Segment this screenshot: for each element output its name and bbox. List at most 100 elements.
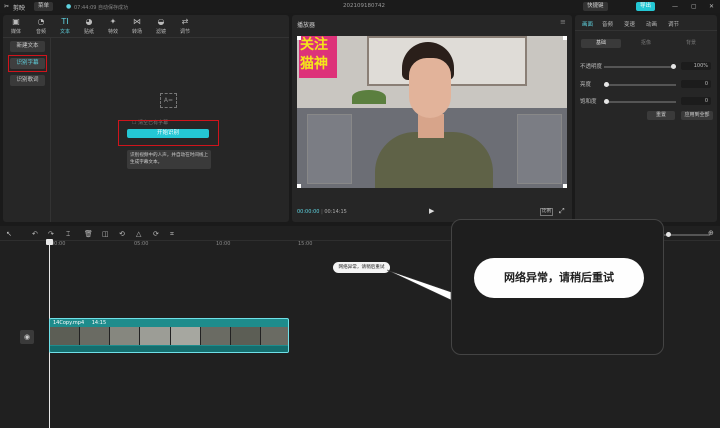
new-text-button[interactable]: 新建文本 (10, 41, 45, 52)
tick-label: 10:00 (216, 241, 231, 247)
opacity-knob[interactable] (671, 64, 676, 69)
split-icon[interactable]: ⌶ (66, 230, 70, 239)
zoom-knob[interactable] (666, 232, 671, 237)
cover-icon[interactable]: ◉ (20, 330, 34, 344)
opacity-label: 不透明度 (580, 64, 603, 70)
highlight-frame (118, 120, 219, 146)
resize-handle[interactable] (563, 184, 567, 188)
autosave-status: 07:44:09 自动保存成功 (74, 5, 129, 11)
brightness-label: 亮度 (580, 82, 592, 88)
text-icon: TI (61, 17, 69, 26)
plant (352, 90, 386, 104)
sticker-icon: ◕ (85, 17, 93, 26)
tab-audio[interactable]: 音频 (602, 20, 613, 28)
playhead-handle[interactable] (46, 239, 53, 245)
resize-handle[interactable] (297, 184, 301, 188)
subtab-cutout[interactable]: 抠像 (626, 39, 666, 48)
ratio-button[interactable]: 比例 (540, 208, 553, 216)
tick-label: 15:00 (298, 241, 313, 247)
recognize-lyrics-button[interactable]: 识别歌词 (10, 75, 45, 86)
reverse-icon[interactable]: ⟲ (119, 230, 125, 238)
minimize-icon[interactable]: — (672, 3, 678, 10)
saturation-slider[interactable] (604, 99, 676, 104)
tool-adjust[interactable]: ⇄ 调节 (174, 17, 196, 35)
tool-sticker[interactable]: ◕ 贴纸 (78, 17, 100, 35)
tool-filter[interactable]: ◒ 滤镜 (150, 17, 172, 35)
select-cursor-icon[interactable]: ↖ (6, 230, 12, 238)
current-time: 00:00:00 (297, 209, 320, 215)
zoom-in-icon[interactable]: ⊕ (708, 229, 714, 237)
tab-speed[interactable]: 变速 (624, 20, 635, 28)
overlay-text-line1: 关注 (300, 37, 328, 53)
fullscreen-icon[interactable]: ⤢ (559, 207, 565, 216)
tool-text[interactable]: TI 文本 (54, 17, 76, 35)
recognize-tooltip: 识别视频中的人声，并自动在时间线上 生成字幕文本。 (127, 150, 211, 169)
export-button[interactable]: 导出 (636, 2, 656, 11)
play-icon[interactable]: ▶ (429, 207, 434, 215)
brightness-knob[interactable] (604, 82, 609, 87)
opacity-slider[interactable] (604, 64, 676, 69)
media-icon: ▣ (12, 17, 20, 26)
crop-icon[interactable]: ⌗ (170, 230, 174, 239)
cloud-sync-icon: ● (66, 3, 72, 10)
saturation-knob[interactable] (604, 99, 609, 104)
apply-all-button[interactable]: 应用到全部 (681, 111, 713, 120)
more-icon[interactable]: ≡ (560, 18, 566, 26)
close-icon[interactable]: ✕ (709, 3, 714, 10)
clip-label: 14Copy.mp4 14:15 (53, 320, 107, 326)
mirror-icon[interactable]: △ (136, 230, 141, 238)
delete-icon[interactable]: 🗑 (84, 230, 93, 238)
person-face (409, 58, 451, 118)
tool-media[interactable]: ▣ 媒体 (5, 17, 27, 35)
player-timecode: 00:00:00 | 00:14:15 (297, 209, 347, 215)
freeze-icon[interactable]: ◫ (102, 230, 109, 238)
opacity-value[interactable]: 100% (681, 62, 711, 70)
maximize-icon[interactable]: ▢ (691, 3, 697, 10)
overlay-text-line2: 猫神 (300, 56, 328, 72)
undo-icon[interactable]: ↶ (32, 230, 38, 238)
transition-icon: ⋈ (133, 17, 141, 26)
tab-adjust[interactable]: 调节 (668, 20, 679, 28)
error-toast-large: 网络异常，请稍后重试 (474, 258, 644, 298)
tab-animation[interactable]: 动画 (646, 20, 657, 28)
divider (50, 37, 51, 222)
audio-icon: ◔ (37, 17, 45, 26)
app-name: 剪映 (13, 5, 26, 12)
menu-button[interactable]: 菜单 (34, 2, 54, 11)
properties-panel: 画面 音频 变速 动画 调节 基础 抠像 背景 不透明度 100% 亮度 0 饱… (575, 15, 717, 222)
resize-handle[interactable] (563, 36, 567, 40)
reset-button[interactable]: 重置 (647, 111, 675, 120)
player-panel: 播放器 ≡ 关注 猫神 00:00:00 | 00:14:15 ▶ 比例 ⤢ (292, 15, 572, 222)
shortcut-button[interactable]: 快捷键 (583, 2, 608, 11)
divider (575, 30, 717, 31)
effects-icon: ✦ (109, 17, 117, 26)
media-panel: ▣ 媒体 ◔ 音频 TI 文本 ◕ 贴纸 ✦ 特效 ⋈ 转场 ◒ 滤镜 ⇄ 调节… (3, 15, 289, 222)
video-clip[interactable]: 14Copy.mp4 14:15 (49, 318, 289, 353)
zoom-callout: 网络异常，请稍后重试 (451, 219, 664, 355)
saturation-value[interactable]: 0 (681, 97, 711, 105)
person-shirt (375, 132, 493, 188)
resize-handle[interactable] (297, 36, 301, 40)
saturation-label: 饱和度 (580, 99, 597, 105)
redo-icon[interactable]: ↷ (48, 230, 54, 238)
video-preview[interactable]: 关注 猫神 (297, 36, 567, 188)
tick-label: 05:00 (134, 241, 149, 247)
subtab-background[interactable]: 背景 (671, 39, 711, 48)
tool-transition[interactable]: ⋈ 转场 (126, 17, 148, 35)
brightness-slider[interactable] (604, 82, 676, 87)
rotate-icon[interactable]: ⟳ (153, 230, 159, 238)
clip-thumbnails (50, 327, 288, 345)
brightness-value[interactable]: 0 (681, 80, 711, 88)
timeline-panel: ↖ ↶ ↷ ⌶ 🗑 ◫ ⟲ △ ⟳ ⌗ ⊕ 00:00 05:00 10:00 … (0, 219, 720, 428)
subtab-basic[interactable]: 基础 (581, 39, 621, 48)
project-name: 202109180742 (343, 3, 385, 9)
tool-effects[interactable]: ✦ 特效 (102, 17, 124, 35)
total-time: 00:14:15 (324, 209, 347, 215)
error-toast-small: 网络异常，请稍后重试 (333, 262, 390, 273)
tick-label: 00:00 (51, 241, 66, 247)
filter-icon: ◒ (157, 17, 165, 26)
app-logo-icon: ✂ (4, 3, 10, 10)
tab-video[interactable]: 画面 (582, 20, 593, 28)
cabinet-door (517, 114, 562, 184)
tool-audio[interactable]: ◔ 音频 (30, 17, 52, 35)
